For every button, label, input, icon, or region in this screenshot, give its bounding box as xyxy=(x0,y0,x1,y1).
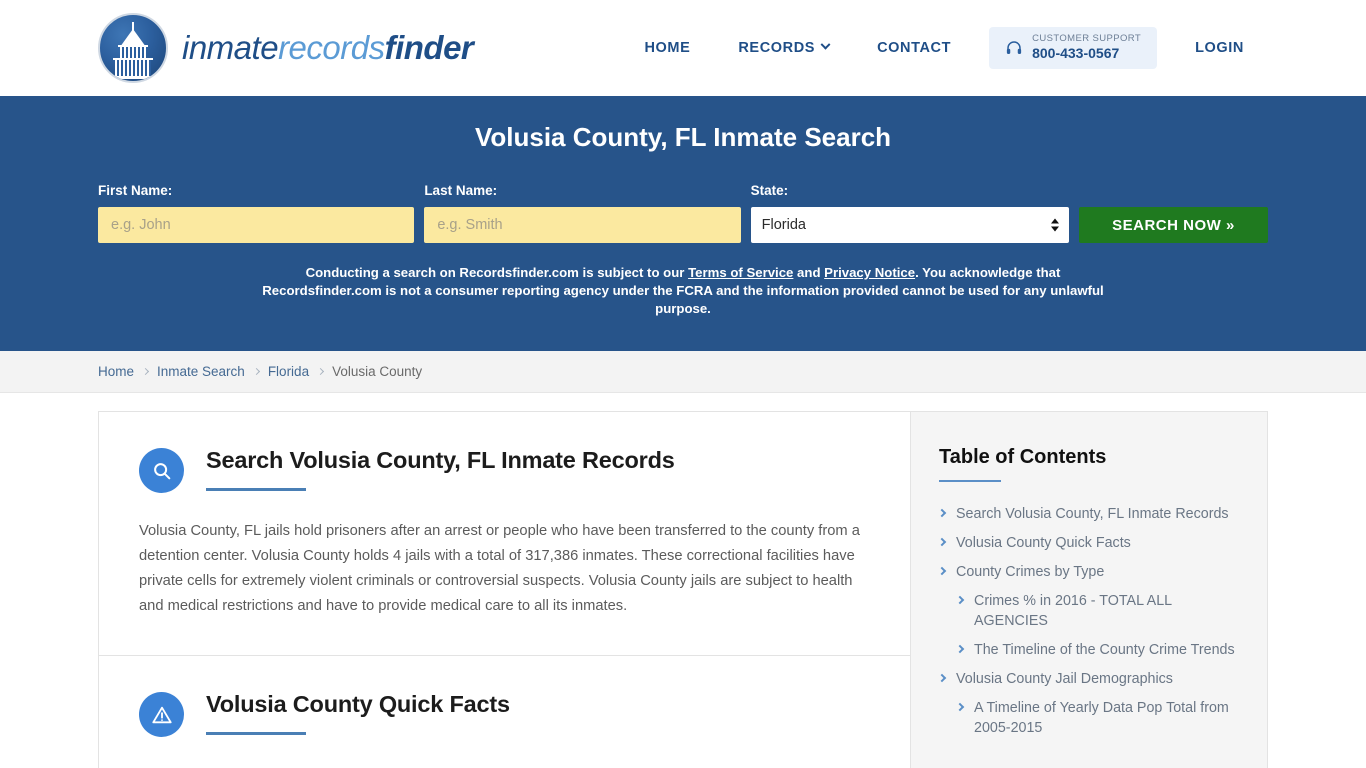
nav-item-home-label: HOME xyxy=(644,39,691,56)
site-header: inmaterecordsfinder HOME RECORDS CONTACT… xyxy=(0,0,1366,96)
disclaimer-pre: Conducting a search on Recordsfinder.com… xyxy=(305,265,689,280)
chevron-right-icon xyxy=(252,367,260,376)
page-title: Volusia County, FL Inmate Search xyxy=(474,122,892,152)
privacy-notice-link[interactable]: Privacy Notice xyxy=(824,265,915,280)
state-select[interactable]: Florida xyxy=(750,207,1069,243)
section-accent-bar xyxy=(206,488,306,492)
toc-item-quick-facts[interactable]: Volusia County Quick Facts xyxy=(937,533,1239,553)
section-header: Volusia County Quick Facts xyxy=(139,690,870,737)
toc-item-label: Crimes % in 2016 - TOTAL ALL AGENCIES xyxy=(974,593,1172,629)
chevron-right-icon xyxy=(955,702,965,712)
hero-search-banner: Volusia County, FL Inmate Search First N… xyxy=(0,96,1366,351)
chevron-right-icon xyxy=(937,566,947,576)
nav-item-contact[interactable]: CONTACT xyxy=(853,40,975,56)
toc-item-label: The Timeline of the County Crime Trends xyxy=(974,642,1235,658)
chevron-right-icon xyxy=(937,537,947,547)
toc-item-jail-demographics[interactable]: Volusia County Jail Demographics xyxy=(937,669,1239,689)
page-content: Search Volusia County, FL Inmate Records… xyxy=(0,393,1366,768)
toc-item-label: County Crimes by Type xyxy=(956,564,1105,580)
customer-support-phone: 800-433-0567 xyxy=(1032,45,1120,62)
state-field-group: State: Florida xyxy=(750,183,1069,243)
toc-item-yearly-data-pop-total[interactable]: A Timeline of Yearly Data Pop Total from… xyxy=(939,698,1239,738)
first-name-label: First Name: xyxy=(98,183,173,198)
first-name-field-group: First Name: xyxy=(98,183,415,243)
breadcrumb: Home Inmate Search Florida Volusia Count… xyxy=(98,364,422,379)
toc-item-crimes-percent-2016[interactable]: Crimes % in 2016 - TOTAL ALL AGENCIES xyxy=(939,591,1239,631)
breadcrumb-bar: Home Inmate Search Florida Volusia Count… xyxy=(0,351,1366,393)
disclaimer-mid: and xyxy=(793,265,825,280)
toc-item-label: Volusia County Quick Facts xyxy=(956,535,1131,551)
brand-part-finder: finder xyxy=(384,29,474,66)
toc-item-crime-trends-timeline[interactable]: The Timeline of the County Crime Trends xyxy=(939,640,1239,660)
customer-support-label: CUSTOMER SUPPORT xyxy=(1032,33,1142,45)
capitol-dome-icon xyxy=(98,13,168,83)
brand-logo-link[interactable]: inmaterecordsfinder xyxy=(98,13,474,83)
customer-support-box[interactable]: CUSTOMER SUPPORT 800-433-0567 xyxy=(989,27,1158,69)
brand-part-records: records xyxy=(278,29,385,66)
nav-item-contact-label: CONTACT xyxy=(877,39,952,56)
breadcrumb-item-home[interactable]: Home xyxy=(98,364,134,379)
main-navigation: HOME RECORDS CONTACT CUSTOMER SUPPORT 80… xyxy=(620,27,1268,69)
search-now-button[interactable]: SEARCH NOW » xyxy=(1078,207,1268,243)
nav-item-login-label: LOGIN xyxy=(1195,39,1244,56)
section-title: Volusia County Quick Facts xyxy=(206,691,510,717)
section-accent-bar xyxy=(206,732,306,736)
chevron-right-icon xyxy=(317,367,325,376)
last-name-label: Last Name: xyxy=(424,183,498,198)
breadcrumb-item-inmate-search[interactable]: Inmate Search xyxy=(157,364,245,379)
nav-item-home[interactable]: HOME xyxy=(620,40,714,56)
inmate-search-form: First Name: Last Name: State: Florida SE… xyxy=(98,183,1268,243)
toc-item-county-crimes-by-type[interactable]: County Crimes by Type xyxy=(937,562,1239,582)
toc-accent-bar xyxy=(939,480,1001,482)
warning-triangle-icon xyxy=(139,692,184,737)
section-body-text: Volusia County, FL jails hold prisoners … xyxy=(139,523,860,614)
breadcrumb-item-current: Volusia County xyxy=(332,364,423,379)
magnifier-icon xyxy=(139,448,184,493)
toc-item-label: Volusia County Jail Demographics xyxy=(956,671,1173,687)
chevron-right-icon xyxy=(955,595,965,605)
toc-title: Table of Contents xyxy=(939,446,1107,468)
state-label: State: xyxy=(750,183,789,198)
toc-list: Search Volusia County, FL Inmate Records… xyxy=(937,504,1239,738)
last-name-field-group: Last Name: xyxy=(424,183,741,243)
section-header: Search Volusia County, FL Inmate Records xyxy=(139,446,870,493)
search-disclaimer: Conducting a search on Recordsfinder.com… xyxy=(258,264,1108,318)
table-of-contents-sidebar: Table of Contents Search Volusia County,… xyxy=(910,411,1268,768)
nav-item-login[interactable]: LOGIN xyxy=(1171,40,1268,56)
chevron-right-icon xyxy=(955,644,965,654)
chevron-down-icon xyxy=(820,40,831,51)
main-content-card: Search Volusia County, FL Inmate Records… xyxy=(98,411,910,768)
headset-icon xyxy=(1005,39,1023,57)
terms-of-service-link[interactable]: Terms of Service xyxy=(688,265,793,280)
toc-item-label: Search Volusia County, FL Inmate Records xyxy=(956,506,1229,522)
brand-part-inmate: inmate xyxy=(182,29,279,66)
nav-item-records[interactable]: RECORDS xyxy=(714,40,853,56)
section-search-records: Search Volusia County, FL Inmate Records… xyxy=(99,412,910,655)
last-name-input[interactable] xyxy=(424,207,741,243)
section-title: Search Volusia County, FL Inmate Records xyxy=(206,447,675,473)
chevron-right-icon xyxy=(937,508,947,518)
breadcrumb-item-florida[interactable]: Florida xyxy=(268,364,309,379)
toc-item-label: A Timeline of Yearly Data Pop Total from… xyxy=(974,700,1229,736)
toc-item-search-records[interactable]: Search Volusia County, FL Inmate Records xyxy=(937,504,1239,524)
section-quick-facts: Volusia County Quick Facts xyxy=(99,655,910,768)
brand-wordmark: inmaterecordsfinder xyxy=(182,29,474,67)
state-select-value: Florida xyxy=(761,217,806,233)
chevron-right-icon xyxy=(937,673,947,683)
nav-item-records-label: RECORDS xyxy=(738,39,816,56)
first-name-input[interactable] xyxy=(98,207,415,243)
chevron-right-icon xyxy=(141,367,150,376)
